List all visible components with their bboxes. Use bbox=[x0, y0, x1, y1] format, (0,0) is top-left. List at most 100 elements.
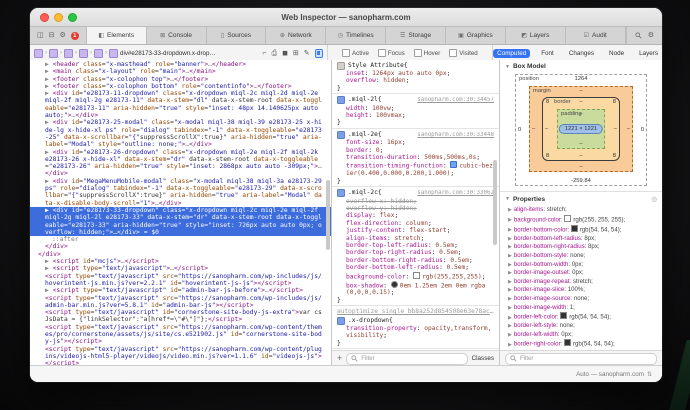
css-property[interactable]: overflow: hidden; bbox=[337, 77, 494, 84]
tree-row[interactable]: <script type="text/javascript" src="http… bbox=[30, 346, 331, 366]
settings-gear-icon[interactable]: ⚙ bbox=[60, 32, 66, 39]
tree-row[interactable]: ▶ <script type="text/javascript" id="adm… bbox=[30, 287, 331, 294]
settings-gear-icon[interactable]: ⚙ bbox=[648, 32, 654, 39]
pseudo-checkbox-active[interactable]: Active bbox=[342, 49, 369, 57]
breadcrumb-selected-node[interactable]: div#e28173-33-dropdown.x-dropdown.miql-2… bbox=[120, 50, 216, 57]
computed-property-row[interactable]: ▶border-left-color: rgb(54, 54, 54); bbox=[500, 312, 662, 322]
rule-selector[interactable]: .miql-2c bbox=[348, 189, 378, 196]
margin-bottom-value[interactable]: – bbox=[530, 164, 632, 170]
styles-scrollbar-thumb[interactable] bbox=[493, 160, 497, 245]
css-property[interactable]: width: 100vw; bbox=[337, 105, 494, 112]
zoom-window-icon[interactable] bbox=[68, 13, 77, 22]
error-badge[interactable]: 1 bbox=[71, 32, 79, 40]
computed-property-row[interactable]: ▶border-right-color: rgb(54, 54, 54); bbox=[500, 339, 662, 349]
tree-row[interactable]: ▶ <div id="MegaMenuMobile-modal" class="… bbox=[30, 178, 331, 207]
tree-row[interactable]: <script type="text/javascript" src="http… bbox=[30, 273, 331, 288]
tree-row[interactable]: ▶ <div id="e28173-11-dropdown" class="x-… bbox=[30, 90, 331, 119]
computed-property-row[interactable]: ▶border-image-width: 1; bbox=[500, 304, 662, 313]
subtab-changes[interactable]: Changes bbox=[565, 49, 598, 58]
computed-property-row[interactable]: ▶border-bottom-left-radius: 8px; bbox=[500, 235, 662, 244]
properties-header[interactable]: ▼ Properties ◎ bbox=[500, 192, 662, 205]
properties-options-icon[interactable]: ◎ bbox=[651, 195, 657, 203]
minimize-window-icon[interactable] bbox=[54, 13, 63, 22]
tab-graphics[interactable]: ▣Graphics bbox=[446, 27, 506, 44]
pseudo-checkbox-focus[interactable]: Focus bbox=[378, 49, 405, 57]
search-icon[interactable] bbox=[635, 32, 642, 39]
tree-row[interactable]: <script type="text/javascript" src="http… bbox=[30, 295, 331, 310]
computed-properties-list[interactable]: ▶align-items: stretch;▶background-color:… bbox=[500, 205, 662, 350]
rulers-icon[interactable]: ⌐ bbox=[262, 50, 266, 57]
rule-selector[interactable]: .x-dropdown bbox=[348, 317, 389, 324]
breadcrumb-node-icon[interactable] bbox=[64, 49, 73, 58]
tree-row[interactable]: <script type="text/javascript" src="http… bbox=[30, 324, 331, 346]
position-left-value[interactable]: 0 bbox=[518, 127, 521, 133]
box-model-header[interactable]: ▼ Box Model bbox=[500, 60, 662, 72]
computed-property-row[interactable]: ▶border-image-slice: 100%; bbox=[500, 286, 662, 295]
dom-scrollbar-thumb[interactable] bbox=[326, 180, 330, 250]
computed-property-row[interactable]: ▶border-bottom-color: rgb(54, 54, 54); bbox=[500, 225, 662, 235]
tab-timelines[interactable]: ◷Timelines bbox=[326, 27, 386, 44]
css-property[interactable]: background-color: rgb(255,255,255); bbox=[337, 272, 494, 281]
breadcrumb-node-icon[interactable] bbox=[79, 49, 88, 58]
breadcrumb[interactable]: ›››››div#e28173-33-dropdown.x-dropdown.m… bbox=[34, 49, 258, 58]
computed-property-row[interactable]: ▶border-left-style: none; bbox=[500, 322, 662, 331]
tree-row[interactable]: ▶ <main class="x-layout" role="main">…</… bbox=[30, 68, 331, 75]
tab-network[interactable]: ⊕Network bbox=[266, 27, 326, 44]
css-property[interactable]: justify-content: flex-start; bbox=[337, 227, 494, 234]
border-top-value[interactable]: – bbox=[543, 99, 619, 105]
color-swatch-icon[interactable] bbox=[391, 281, 398, 288]
rule-source-link[interactable]: sanopharm.com:30:33062 bbox=[417, 190, 494, 197]
computed-property-row[interactable]: ▶align-items: stretch; bbox=[500, 206, 662, 215]
dom-tree-panel[interactable]: ▶ <header class="x-masthead" role="banne… bbox=[30, 60, 332, 366]
margin-left-value[interactable]: – bbox=[532, 126, 535, 132]
close-window-icon[interactable] bbox=[40, 13, 49, 22]
breadcrumb-node-icon[interactable] bbox=[34, 49, 43, 58]
subtab-computed[interactable]: Computed bbox=[493, 49, 530, 58]
padding-top-value[interactable]: – bbox=[558, 111, 604, 117]
tree-row[interactable]: ::after bbox=[30, 236, 331, 243]
css-property[interactable]: border-top-left-radius: 0.5em; bbox=[337, 242, 494, 249]
tree-row[interactable]: ▶ <div id="e28173-26-dropdown" class="x-… bbox=[30, 149, 331, 178]
dock-bottom-icon[interactable]: ⊟ bbox=[49, 32, 55, 39]
tab-layers[interactable]: ◩Layers bbox=[506, 27, 566, 44]
dark-appearance-icon[interactable]: ◼ bbox=[282, 50, 288, 57]
computed-property-row[interactable]: ▶border-bottom-style: none; bbox=[500, 252, 662, 261]
css-property[interactable]: border-bottom-right-radius: 0.5em; bbox=[337, 257, 494, 264]
dock-side-icon[interactable]: ◫ bbox=[37, 32, 44, 39]
tab-audit[interactable]: ☑Audit bbox=[566, 27, 626, 44]
tab-storage[interactable]: ☰Storage bbox=[386, 27, 446, 44]
tree-row[interactable]: <script type="text/javascript" id="corne… bbox=[30, 309, 331, 324]
tab-console[interactable]: ⊠Console bbox=[147, 27, 207, 44]
styles-filter-input[interactable]: Filter bbox=[346, 353, 467, 365]
computed-property-row[interactable]: ▶border-image-repeat: stretch; bbox=[500, 278, 662, 287]
pseudo-checkbox-visited[interactable]: Visited bbox=[449, 49, 477, 57]
element-picker-icon[interactable] bbox=[315, 49, 323, 58]
border-right-value[interactable]: – bbox=[614, 126, 617, 132]
subtab-font[interactable]: Font bbox=[537, 49, 558, 58]
tree-row[interactable]: </div> bbox=[30, 243, 331, 250]
margin-top-value[interactable]: – bbox=[530, 88, 632, 94]
position-right-value[interactable]: 0 bbox=[641, 127, 644, 133]
css-property[interactable]: overflow-x: hidden; bbox=[337, 198, 494, 205]
tree-row[interactable]: ▶ <script id="mcjs">…</script> bbox=[30, 258, 331, 265]
grid-overlay-icon[interactable]: ⊞ bbox=[293, 50, 299, 57]
box-model-diagram[interactable]: position 1264 -259.84 0 0 margin – – – –… bbox=[515, 74, 647, 186]
css-property[interactable]: border-bottom-left-radius: 0.5em; bbox=[337, 264, 494, 271]
content-size-value[interactable]: 1221 × 1221 bbox=[559, 124, 603, 134]
border-left-value[interactable]: – bbox=[545, 126, 548, 132]
css-property[interactable]: height: 100vmax; bbox=[337, 112, 494, 119]
css-property[interactable]: transition-property: opacity,transform,v… bbox=[337, 325, 494, 340]
css-property[interactable]: border: 0; bbox=[337, 147, 494, 154]
tab-sources[interactable]: ▯Sources bbox=[207, 27, 267, 44]
tree-row[interactable]: </div> bbox=[30, 251, 331, 258]
rule-selector[interactable]: .miql-2e bbox=[348, 131, 378, 138]
rule-source-link[interactable]: sanopharm.com:30:33448 bbox=[417, 132, 494, 139]
tree-row[interactable]: ▶ <script type="text/javascript">…</scri… bbox=[30, 265, 331, 272]
breadcrumb-node-icon[interactable] bbox=[49, 49, 58, 58]
computed-property-row[interactable]: ▶background-color: rgb(255, 255, 255); bbox=[500, 215, 662, 225]
position-top-value[interactable]: 1264 bbox=[516, 76, 646, 82]
rule-selector[interactable]: Style Attribute bbox=[348, 62, 404, 69]
appearance-selector[interactable]: Auto — sanopharm.com bbox=[576, 371, 644, 378]
css-rules-list[interactable]: Style Attribute {inset: 1264px auto auto… bbox=[332, 60, 499, 350]
tree-row[interactable]: ▶ <footer class="x-colophon bottom" role… bbox=[30, 83, 331, 90]
